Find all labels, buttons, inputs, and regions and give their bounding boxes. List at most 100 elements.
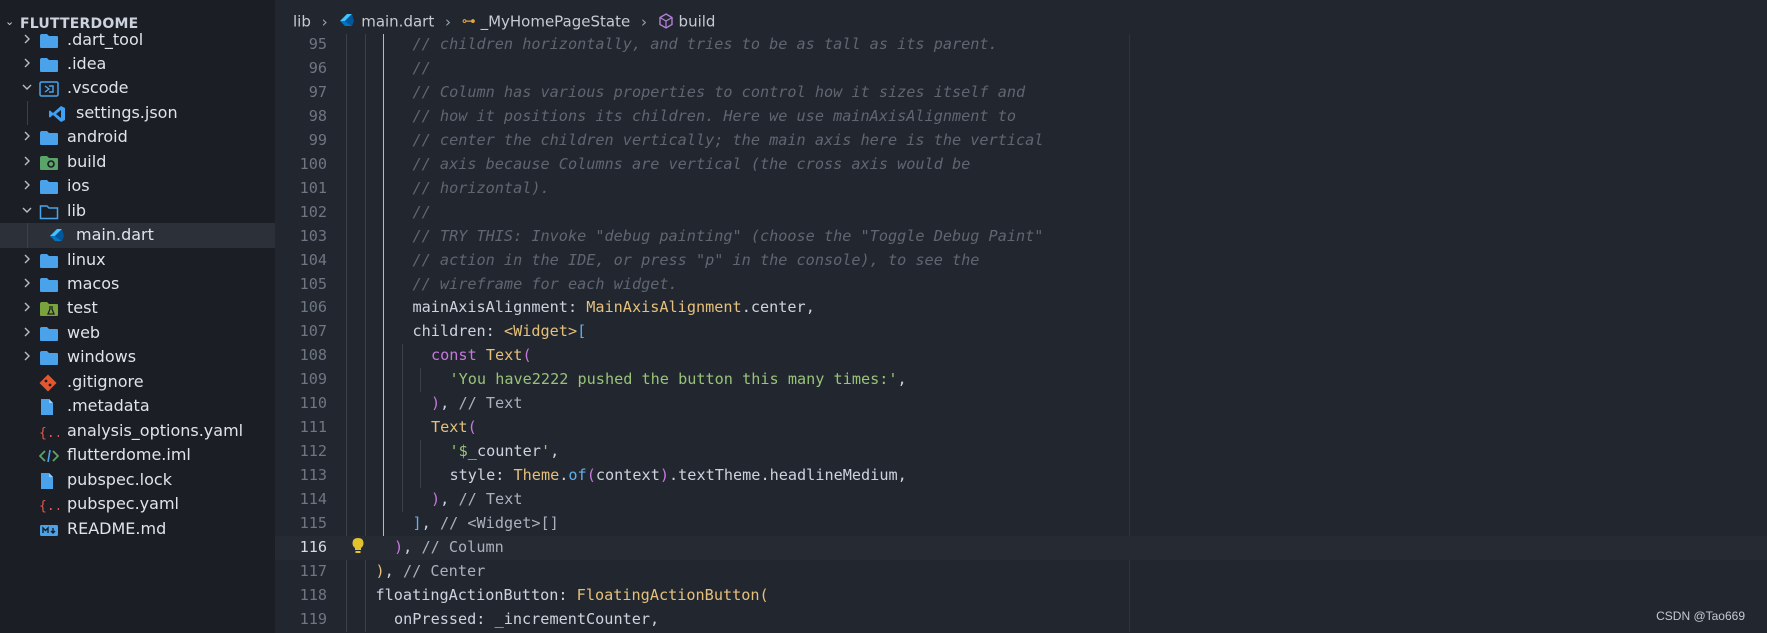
explorer-item-label: .gitignore [67,371,144,391]
explorer-item[interactable]: flutterdome.iml [0,443,275,467]
chevron-right-icon[interactable] [20,52,34,79]
explorer-item[interactable]: pubspec.lock [0,468,275,492]
code-line[interactable]: 98 // how it positions its children. Here… [275,105,1767,129]
code-token: // axis because Columns are vertical (th… [412,154,971,173]
line-number: 105 [299,274,327,293]
folder-icon [39,252,58,268]
git-icon [39,374,57,392]
code-token: const [431,346,486,365]
code-line[interactable]: 113 style: Theme.of(context).textTheme.he… [275,464,1767,488]
explorer-item[interactable]: macos [0,272,275,296]
code-text: Text( [431,416,477,440]
code-line[interactable]: 104 // action in the IDE, or press "p" in… [275,249,1767,273]
lightbulb-icon[interactable] [351,536,365,560]
markdown-icon [39,521,58,537]
code-line[interactable]: 116), // Column [275,535,1767,560]
code-token: [ [577,322,587,341]
explorer-item[interactable]: {..} analysis_options.yaml [0,419,275,443]
explorer-item[interactable]: web [0,321,275,345]
chevron-right-icon[interactable] [20,321,34,348]
breadcrumb-item-class[interactable]: _MyHomePageState [481,13,631,31]
vscode-file-icon [48,105,66,122]
code-line[interactable]: 101 // horizontal). [275,177,1767,201]
explorer-item[interactable]: .metadata [0,394,275,418]
code-token: FloatingActionButton [576,585,760,604]
explorer-item[interactable]: .dart_tool [0,28,275,52]
chevron-right-icon[interactable] [20,28,34,55]
code-line[interactable]: 112 '$_counter', [275,440,1767,464]
line-number: 108 [299,346,327,365]
chevron-right-icon[interactable] [20,150,34,177]
code-token: MainAxisAlignment [586,298,742,317]
explorer-item-label: web [67,322,101,342]
explorer-item[interactable]: build [0,150,275,174]
code-line[interactable]: 106 mainAxisAlignment: MainAxisAlignment.… [275,296,1767,320]
code-line[interactable]: 97 // Column has various properties to co… [275,81,1767,105]
code-line[interactable]: 117), // Center [275,560,1767,584]
line-number: 118 [299,585,327,604]
chevron-right-icon[interactable] [20,345,34,372]
chevron-right-icon[interactable] [20,272,34,299]
explorer-item[interactable]: .gitignore [0,370,275,394]
chevron-down-icon[interactable]: ⌄ [5,15,14,28]
line-number: 107 [299,322,327,341]
chevron-down-icon[interactable] [20,76,34,103]
chevron-right-icon[interactable] [20,248,34,275]
chevron-right-icon[interactable] [20,125,34,152]
code-line[interactable]: 114), // Text [275,488,1767,512]
explorer-item[interactable]: {..} pubspec.yaml [0,492,275,516]
method-icon [658,12,679,31]
explorer-item[interactable]: test [0,296,275,320]
code-line[interactable]: 107 children: <Widget>[ [275,320,1767,344]
explorer-item[interactable]: README.md [0,517,275,541]
explorer-item[interactable]: settings.json [0,101,275,125]
code-line[interactable]: 99 // center the children vertically; the… [275,129,1767,153]
code-line[interactable]: 96 // [275,57,1767,81]
code-line[interactable]: 109 'You have2222 pushed the button this … [275,368,1767,392]
explorer-item-label: test [67,298,98,318]
code-token: // <Widget>[] [439,514,559,532]
code-text: // children horizontally, and tries to b… [413,34,998,57]
code-line[interactable]: 105 // wireframe for each widget. [275,273,1767,297]
code-token: // center the children vertically; the m… [412,130,1044,149]
code-text: // horizontal). [413,177,550,201]
code-line[interactable]: 115], // <Widget>[] [275,512,1767,536]
code-token: ( [467,418,477,437]
breadcrumb-item-lib[interactable]: lib [293,13,311,31]
explorer-sidebar: ⌄ FLUTTERDOME .dart_tool .idea .vscode sett… [0,0,275,633]
explorer-item[interactable]: .vscode [0,76,275,100]
explorer-item-label: .dart_tool [67,29,144,49]
chevron-right-icon[interactable] [20,174,34,201]
explorer-item[interactable]: .idea [0,52,275,76]
code-line[interactable]: 102 // [275,201,1767,225]
line-number: 97 [308,82,327,101]
code-line[interactable]: 118 floatingActionButton: FloatingActionB… [275,584,1767,608]
line-number: 110 [299,394,327,413]
code-line[interactable]: 95 // children horizontally, and tries to… [275,34,1767,57]
chevron-down-icon[interactable] [20,199,34,226]
chevron-right-icon[interactable] [20,296,34,323]
line-number: 109 [299,370,327,389]
explorer-item-label: ios [67,176,90,196]
code-line[interactable]: 108 const Text( [275,344,1767,368]
explorer-item[interactable]: linux [0,248,275,272]
code-line[interactable]: 111 Text( [275,416,1767,440]
breadcrumb-item-main-dart[interactable]: main.dart [361,13,434,31]
explorer-item[interactable]: main.dart [0,223,275,248]
code-token: ) [431,490,441,509]
explorer-item[interactable]: android [0,125,275,149]
explorer-item-label: main.dart [76,225,154,245]
code-text: 'You have2222 pushed the button this man… [450,368,907,392]
explorer-item[interactable]: windows [0,345,275,369]
code-text: // how it positions its children. Here w… [413,105,1016,129]
code-editor[interactable]: 95 // children horizontally, and tries to… [275,34,1767,633]
code-line[interactable]: 119 onPressed: _incrementCounter, [275,608,1767,632]
code-line[interactable]: 110), // Text [275,392,1767,416]
code-line[interactable]: 100 // axis because Columns are vertical … [275,153,1767,177]
explorer-item[interactable]: lib [0,199,275,223]
code-text: mainAxisAlignment: MainAxisAlignment.cen… [413,296,815,320]
breadcrumb-item-build[interactable]: build [679,13,716,31]
code-token: ( [586,466,596,485]
code-line[interactable]: 103 // TRY THIS: Invoke "debug painting" … [275,225,1767,249]
explorer-item[interactable]: ios [0,174,275,198]
